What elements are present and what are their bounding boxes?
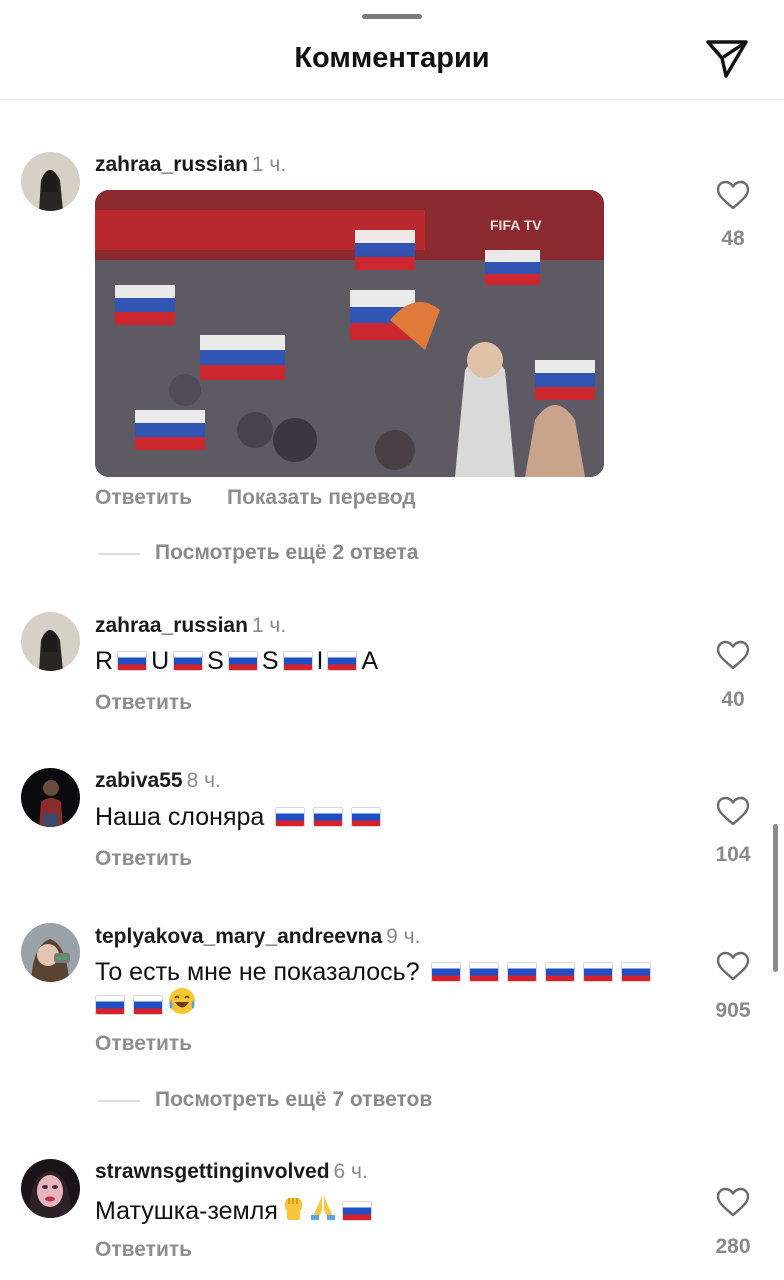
raised-fist-emoji-icon: [284, 1198, 302, 1220]
russia-flag-emoji: [341, 1201, 372, 1221]
comment-item: strawnsgettinginvolved 6 ч. Матушка-земля…: [0, 0, 784, 1280]
comment-text-value: Матушка-земля: [95, 1197, 278, 1225]
heart-icon[interactable]: [716, 1187, 750, 1217]
comment-meta: strawnsgettinginvolved 6 ч.: [95, 1160, 368, 1184]
avatar[interactable]: [21, 1159, 80, 1218]
like-count: 280: [715, 1235, 751, 1258]
comments-sheet: Комментарии zahraa_russian 1 ч. FIFA TV …: [0, 0, 784, 1280]
scrollbar[interactable]: [773, 824, 778, 972]
timestamp: 6 ч.: [333, 1160, 368, 1183]
username[interactable]: strawnsgettinginvolved: [95, 1160, 330, 1183]
reply-button[interactable]: Ответить: [95, 1238, 192, 1262]
comment-text: Матушка-земля: [95, 1192, 376, 1226]
folded-hands-emoji-icon: [310, 1195, 335, 1220]
